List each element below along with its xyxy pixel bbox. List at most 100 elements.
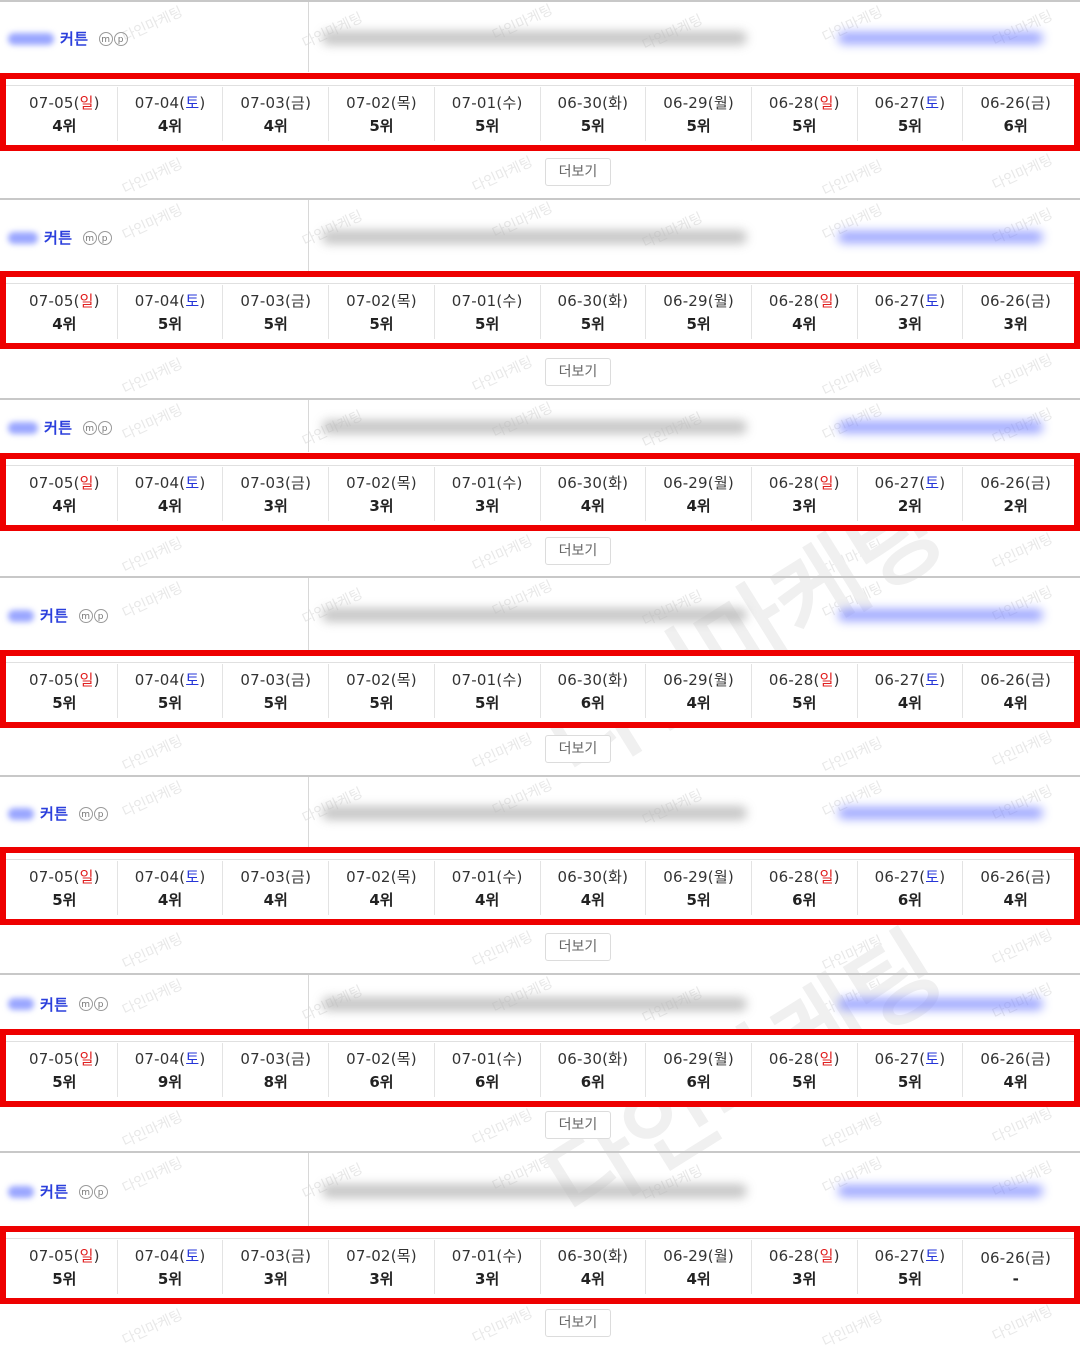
date-month-day: 07-02	[346, 292, 391, 310]
date-month-day: 07-04	[134, 94, 180, 112]
date-month-day: 07-05	[28, 1247, 74, 1265]
platform-badges: mp	[78, 608, 108, 623]
rank-history-list: 다인마케팅 다인마케팅 다인마케팅 다인마케팅 다인마케팅 다인마케팅 다인마케팅 다인마케팅…	[0, 0, 1080, 1351]
paren-close: )	[727, 1247, 734, 1265]
rank-cell: 06-30(화) 6위	[541, 664, 647, 718]
day-of-week: 월	[713, 868, 728, 886]
pc-badge-icon: p	[93, 1184, 108, 1199]
date-month-day: 07-05	[28, 671, 74, 689]
rank-value: 3위	[1003, 315, 1028, 333]
redacted-seller-name	[838, 609, 1043, 621]
mobile-badge-icon: m	[82, 230, 97, 245]
watermark-small: 다인마케팅	[470, 154, 536, 196]
more-button[interactable]: 더보기	[545, 358, 611, 386]
date-label: 06-26(금)	[980, 472, 1051, 493]
rank-value: 5위	[580, 315, 605, 333]
watermark-small: 다인마케팅	[990, 1105, 1056, 1147]
date-label: 06-26(금)	[980, 92, 1051, 113]
watermark-small: 다인마케팅	[820, 537, 886, 579]
rank-cell: 06-26(금) 4위	[963, 1043, 1068, 1097]
day-of-week: 일	[79, 474, 94, 492]
rank-cell: 06-27(토) 4위	[858, 664, 964, 718]
date-label: 06-30(화)	[558, 290, 629, 311]
mobile-badge-icon: m	[78, 1184, 93, 1199]
rank-value: 3위	[475, 1270, 500, 1288]
more-button[interactable]: 더보기	[545, 735, 611, 763]
rank-cell: 06-28(일) 5위	[752, 87, 858, 141]
watermark-small: 다인마케팅	[470, 929, 536, 971]
keyword-label[interactable]: 커튼 m p	[8, 417, 112, 438]
date-month-day: 07-02	[346, 1050, 391, 1068]
rank-cell: 07-03(금) 3위	[223, 1240, 330, 1294]
paren-close: )	[199, 1050, 206, 1068]
more-button[interactable]: 더보기	[545, 1111, 611, 1139]
rank-cell: 07-02(목) 6위	[329, 1043, 435, 1097]
more-button[interactable]: 더보기	[545, 1309, 611, 1337]
day-of-week: 토	[925, 94, 940, 112]
watermark-small: 다인마케팅	[820, 1111, 886, 1153]
rank-value: 4위	[1003, 1073, 1028, 1091]
rank-history-row: 07-05(일) 4위 07-04(토) 4위 07-03(금) 3위 07-02(목) 3위…	[0, 453, 1080, 531]
rank-cell: 06-27(토) 3위	[858, 285, 964, 339]
redacted-store-name	[8, 32, 54, 45]
paren-close: )	[939, 671, 946, 689]
rank-cell: 06-30(화) 4위	[541, 1240, 647, 1294]
rank-value: 4위	[52, 117, 77, 135]
watermark-small: 다인마케팅	[470, 731, 536, 773]
keyword-label[interactable]: 커튼 m p	[8, 1181, 108, 1202]
day-of-week: 금	[291, 1050, 306, 1068]
keyword-label[interactable]: 커튼 m p	[8, 227, 112, 248]
rank-value: 3위	[369, 1270, 394, 1288]
row-top-line	[6, 1041, 1074, 1042]
keyword-header: 커튼 m p	[0, 200, 1080, 272]
rank-cell: 06-28(일) 5위	[752, 664, 858, 718]
pc-badge-icon: p	[113, 31, 128, 46]
date-month-day: 06-27	[874, 868, 920, 886]
day-of-week: 일	[819, 474, 834, 492]
date-month-day: 06-29	[663, 1050, 708, 1068]
more-button[interactable]: 더보기	[545, 158, 611, 186]
paren-close: )	[622, 94, 629, 112]
day-of-week: 목	[396, 1247, 411, 1265]
paren-close: )	[305, 474, 312, 492]
rank-cell: 06-28(일) 3위	[752, 1240, 858, 1294]
watermark-small: 다인마케팅	[120, 535, 186, 577]
rank-value: 5위	[686, 891, 711, 909]
watermark-small: 다인마케팅	[990, 531, 1056, 573]
rank-cells: 07-05(일) 5위 07-04(토) 5위 07-03(금) 5위 07-02(목) 5위…	[12, 664, 1068, 718]
more-button[interactable]: 더보기	[545, 933, 611, 961]
pc-badge-icon: p	[93, 806, 108, 821]
row-top-line	[6, 1238, 1074, 1239]
rank-cell: 06-30(화) 6위	[541, 1043, 647, 1097]
keyword-label[interactable]: 커튼 m p	[8, 994, 108, 1015]
paren-close: )	[833, 474, 840, 492]
paren-close: )	[1044, 671, 1052, 689]
keyword-label[interactable]: 커튼 m p	[8, 803, 108, 824]
keyword-label[interactable]: 커튼 m p	[8, 28, 128, 49]
date-label: 06-28(일)	[769, 472, 840, 493]
date-label: 06-30(화)	[558, 669, 629, 690]
redacted-store-name	[8, 807, 34, 820]
paren-close: )	[199, 1247, 206, 1265]
date-month-day: 06-30	[557, 671, 603, 689]
day-of-week: 토	[185, 671, 200, 689]
redacted-seller-name	[838, 421, 1043, 433]
rank-cell: 07-02(목) 4위	[329, 861, 435, 915]
rank-cell: 06-28(일) 3위	[752, 467, 858, 521]
paren-close: )	[727, 292, 734, 310]
date-label: 06-29(월)	[663, 472, 734, 493]
rank-value: 5위	[157, 694, 183, 712]
more-button[interactable]: 더보기	[545, 537, 611, 565]
paren-close: )	[516, 671, 523, 689]
date-label: 07-01(수)	[452, 472, 523, 493]
platform-badges: mp	[78, 1184, 108, 1199]
date-month-day: 07-04	[134, 1050, 180, 1068]
date-label: 07-05(일)	[29, 290, 100, 311]
keyword-header: 커튼 m p	[0, 400, 1080, 452]
keyword-label[interactable]: 커튼 m p	[8, 605, 108, 626]
day-of-week: 화	[608, 292, 623, 310]
rank-value: 4위	[580, 497, 605, 515]
day-of-week: 금	[291, 868, 306, 886]
rank-cell: 06-29(월) 5위	[646, 87, 752, 141]
day-of-week: 화	[608, 1050, 623, 1068]
